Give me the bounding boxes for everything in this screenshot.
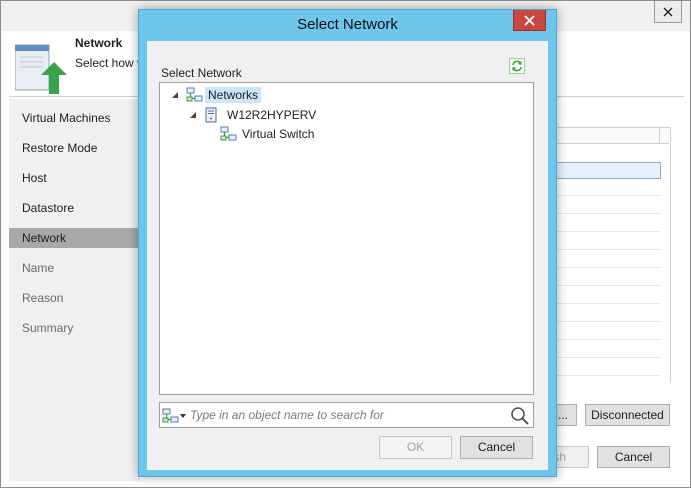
- network-icon: [186, 87, 203, 101]
- close-icon: [524, 14, 535, 26]
- nav-item-network[interactable]: Network: [9, 228, 140, 248]
- collapse-arrow-icon[interactable]: [188, 110, 198, 120]
- refresh-icon[interactable]: [509, 58, 525, 74]
- wizard-cancel-button[interactable]: Cancel: [597, 446, 670, 468]
- network-tree: Networks W12R2HYPERV Virtual Switch: [159, 82, 534, 395]
- close-icon: [663, 7, 673, 16]
- server-icon: [205, 107, 217, 122]
- nav-item-host[interactable]: Host: [9, 168, 140, 188]
- select-network-dialog: Select Network Select Network Networks W…: [138, 9, 557, 477]
- chevron-down-icon: [180, 414, 186, 418]
- grid-selected-row[interactable]: [546, 162, 661, 179]
- network-icon: [162, 408, 179, 423]
- disconnected-button[interactable]: Disconnected: [585, 404, 670, 426]
- wizard-steps-nav: Virtual Machines Restore Mode Host Datas…: [9, 99, 140, 481]
- nav-item-reason: Reason: [22, 291, 64, 305]
- tree-node-label: W12R2HYPERV: [227, 107, 317, 122]
- tree-node-virtual-switch[interactable]: Virtual Switch: [220, 124, 317, 143]
- tree-node-label: Networks: [205, 86, 262, 103]
- grid-header: [546, 128, 669, 144]
- nav-item-virtual-machines[interactable]: Virtual Machines: [9, 108, 140, 128]
- object-type-dropdown[interactable]: [162, 407, 188, 425]
- dialog-title: Select Network: [297, 16, 398, 33]
- nav-item-datastore[interactable]: Datastore: [9, 198, 140, 218]
- tree-node-networks[interactable]: Networks: [170, 85, 262, 104]
- virtual-switch-icon: [220, 126, 237, 140]
- restore-icon: [15, 44, 67, 94]
- wizard-step-description: Select how vi: [75, 56, 146, 70]
- dialog-body: Select Network Networks W12R2HYPERV Virt…: [147, 41, 548, 470]
- tree-node-label: Virtual Switch: [242, 126, 315, 141]
- select-network-label: Select Network: [161, 66, 242, 80]
- search-box: [159, 402, 534, 428]
- nav-item-summary: Summary: [22, 321, 74, 335]
- search-icon[interactable]: [510, 406, 530, 426]
- network-mapping-grid: [546, 127, 671, 383]
- tree-node-host[interactable]: W12R2HYPERV: [188, 105, 319, 124]
- collapse-arrow-icon[interactable]: [170, 90, 180, 100]
- nav-item-restore-mode[interactable]: Restore Mode: [9, 138, 140, 158]
- cancel-button[interactable]: Cancel: [460, 436, 533, 459]
- ok-button[interactable]: OK: [379, 436, 452, 459]
- wizard-close-button[interactable]: [654, 1, 682, 23]
- dialog-close-button[interactable]: [513, 10, 546, 31]
- wizard-step-title: Network: [75, 36, 123, 50]
- search-input[interactable]: [190, 406, 508, 424]
- nav-item-name: Name: [22, 261, 55, 275]
